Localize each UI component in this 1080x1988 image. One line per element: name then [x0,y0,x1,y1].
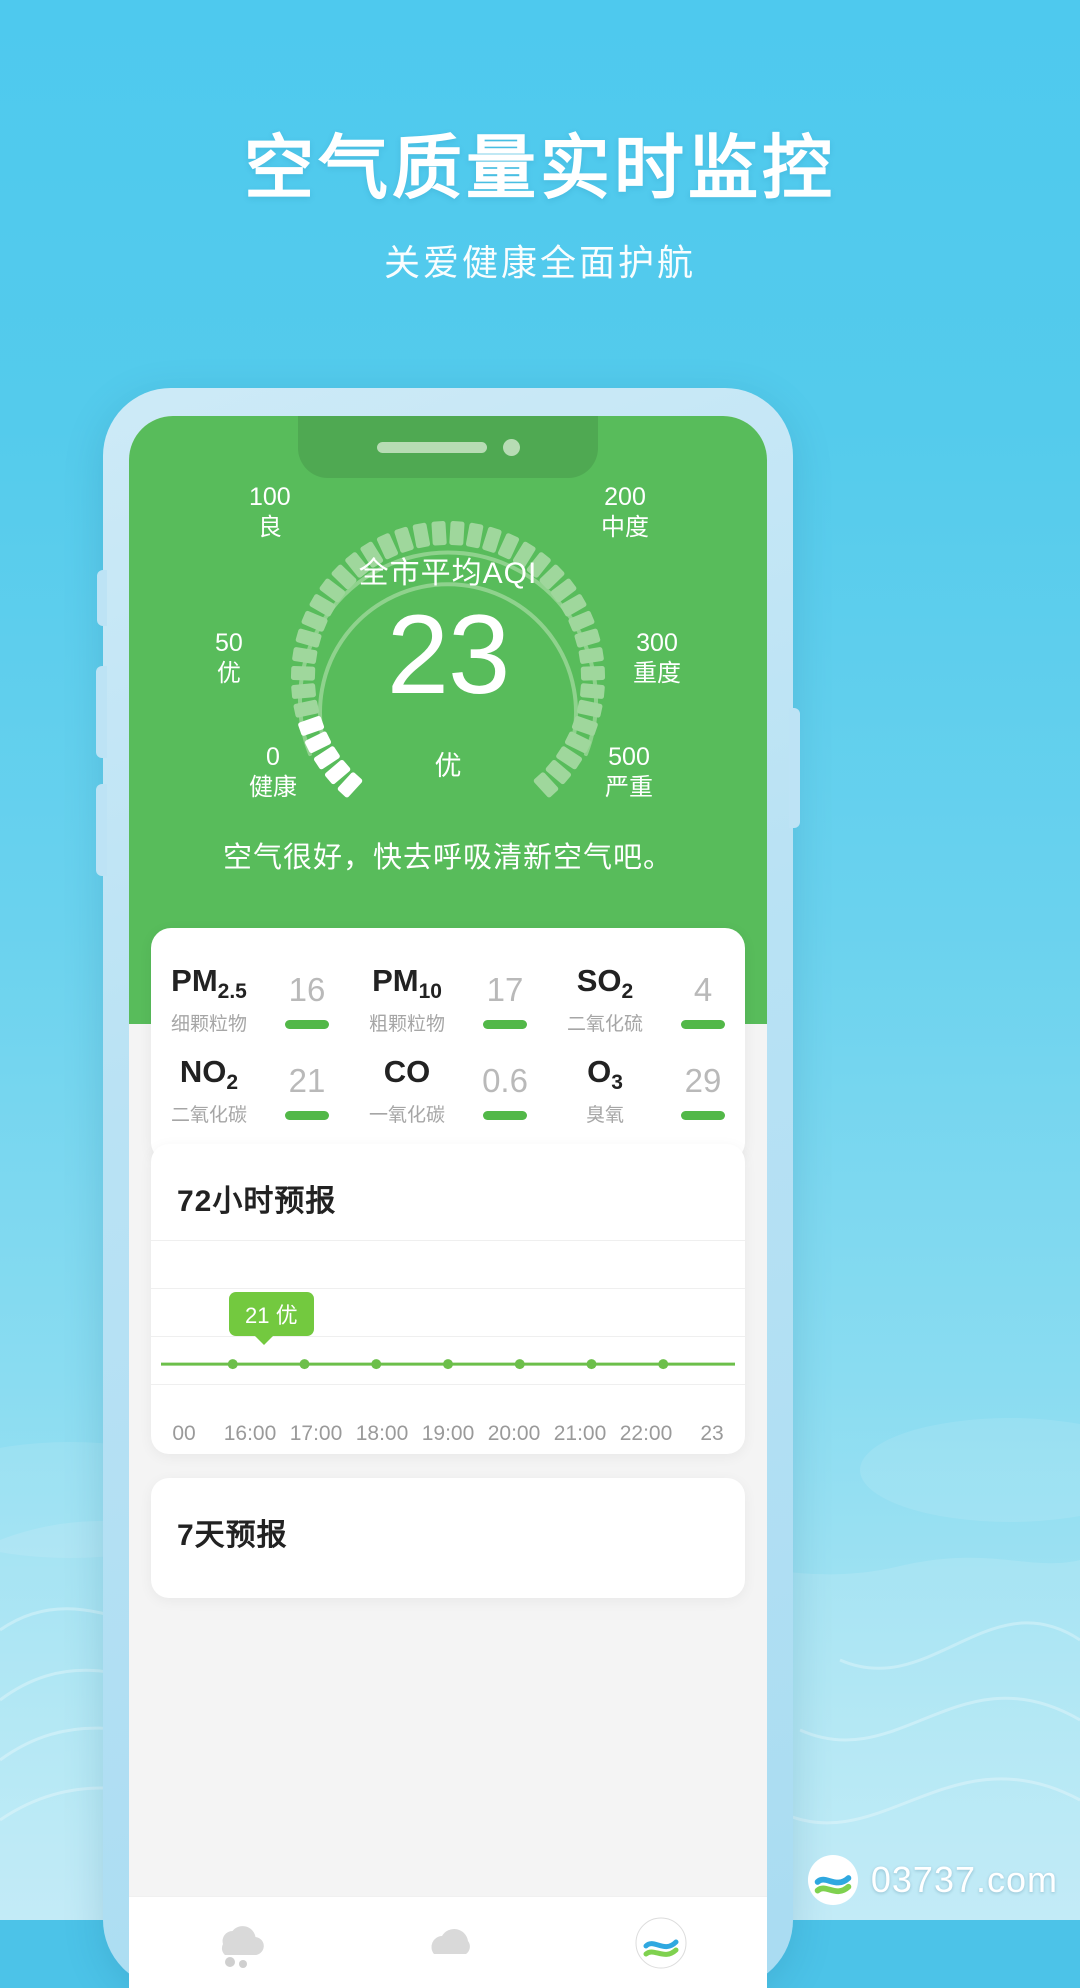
watermark-text: 03737.com [870,1859,1058,1900]
bottom-navigation-bar [129,1896,767,1988]
pollutant-o3[interactable]: O3 臭氧 29 [547,1045,745,1136]
chart-x-tick: 17:00 [289,1422,343,1445]
pollutant-level-bar [681,1019,725,1029]
pollutant-code: SO2 [576,963,634,1004]
mute-switch-button[interactable] [97,570,107,626]
pollutant-value: 4 [693,970,713,1008]
nav-item-cloud[interactable] [388,1914,508,1972]
pollutant-name: 二氧化碳 [170,1105,247,1127]
chart-x-tick: 23 [700,1422,724,1445]
pollutant-name: 臭氧 [585,1105,624,1127]
pollutant-value: 16 [288,970,326,1008]
gauge-label-200-value: 200 [604,483,646,511]
gauge-tick [431,521,447,546]
page-subtitle: 关爱健康全面护航 [383,241,696,283]
pollutant-row: PM2.5 细颗粒物 16 PM10 粗颗粒物 17 SO2 二氧化硫 4 [151,954,745,1045]
forecast-7d-card[interactable]: 7天预报 [151,1478,745,1598]
gauge-label-100-value: 100 [249,483,291,511]
pollutant-level-bar [483,1019,527,1029]
front-camera-icon [502,438,520,456]
aqi-advice-text: 空气很好，快去呼吸清新空气吧。 [222,842,673,874]
gauge-tick [465,522,484,549]
chart-x-tick: 21:00 [553,1422,607,1445]
chart-tooltip: 21 优 [229,1292,314,1345]
pollutant-value: 0.6 [482,1061,528,1099]
chart-data-point[interactable] [227,1359,238,1370]
phone-mockup: 100 良 200 中度 50 优 300 重度 0 健康 500 严重 全市平… [96,388,800,1988]
phone-screen: 100 良 200 中度 50 优 300 重度 0 健康 500 严重 全市平… [129,416,767,1988]
nav-item-rain[interactable] [175,1914,295,1972]
promo-header: 空气质量实时监控 关爱健康全面护航 [0,0,1080,286]
pollutant-row: NO2 二氧化碳 21 CO 一氧化碳 0.6 O3 臭氧 29 [151,1045,745,1136]
cloud-icon [431,1928,470,1954]
chart-x-tick: 00 [172,1422,196,1445]
nav-item-logo[interactable] [601,1916,721,1970]
pollutant-so2[interactable]: SO2 二氧化硫 4 [547,954,745,1045]
aqi-caption: 全市平均AQI [358,557,538,590]
aqi-gauge: 100 良 200 中度 50 优 300 重度 0 健康 500 严重 全市平… [129,468,767,801]
power-button[interactable] [789,708,800,828]
chart-data-point[interactable] [586,1359,597,1370]
pollutant-code: PM2.5 [171,963,247,1004]
volume-down-button[interactable] [96,784,107,876]
pollutant-code: CO [383,1054,431,1090]
gauge-label-100-tag: 良 [257,513,282,541]
chart-x-tick: 18:00 [355,1422,409,1445]
pollutant-name: 一氧化碳 [368,1105,445,1127]
pollutant-value: 21 [288,1061,326,1099]
aqi-value: 23 [386,592,511,717]
chart-x-tick: 22:00 [619,1422,673,1445]
pollutant-no2[interactable]: NO2 二氧化碳 21 [151,1045,349,1136]
rain-cloud-icon [222,1925,265,1968]
pollutant-name: 二氧化硫 [566,1014,643,1036]
pollutant-card: PM2.5 细颗粒物 16 PM10 粗颗粒物 17 SO2 二氧化硫 4 NO… [151,928,745,1163]
chart-x-axis: 00 16:00 17:00 18:00 19:00 20:00 21:00 22:00 23 [151,1422,745,1446]
pollutant-value: 17 [486,970,524,1008]
gauge-tick [412,522,431,549]
pollutant-code: PM10 [372,963,442,1004]
gauge-label-100: 100 良 [249,482,291,542]
pollutant-level-bar [681,1110,725,1120]
wave-logo-icon [635,1917,687,1968]
gauge-tick [449,521,465,546]
pollutant-co[interactable]: CO 一氧化碳 0.6 [349,1045,547,1136]
pollutant-code: NO2 [179,1054,239,1095]
forecast-72h-chart[interactable]: 21 优 00 16:00 17:00 18:00 19:00 20:00 21:00 22:… [151,1240,745,1454]
pollutant-value: 29 [684,1061,722,1099]
forecast-72h-card[interactable]: 72小时预报 21 优 00 16:00 17:00 18:00 19:00 20:00 2… [151,1144,745,1454]
pollutant-pm10[interactable]: PM10 粗颗粒物 17 [349,954,547,1045]
speaker-slot-icon [376,441,487,453]
gauge-label-200: 200 中度 [601,482,649,542]
aqi-readout: 全市平均AQI 23 [129,548,767,712]
forecast-7d-title: 7天预报 [177,1519,288,1552]
wave-logo-icon [807,1854,858,1906]
chart-data-point[interactable] [658,1359,669,1370]
chart-data-point[interactable] [371,1359,382,1370]
pollutant-level-bar [285,1019,329,1029]
pollutant-level-bar [285,1110,329,1120]
pollutant-name: 粗颗粒物 [368,1014,445,1036]
pollutant-code: O3 [587,1054,623,1095]
chart-data-point[interactable] [443,1359,453,1370]
pollutant-pm25[interactable]: PM2.5 细颗粒物 16 [151,954,349,1045]
chart-data-point[interactable] [514,1359,525,1370]
gauge-label-200-tag: 中度 [601,513,649,541]
pollutant-name: 细颗粒物 [170,1014,247,1036]
aqi-level: 优 [434,751,462,781]
chart-x-tick: 16:00 [223,1422,277,1445]
forecast-72h-title: 72小时预报 [177,1185,337,1218]
page-title: 空气质量实时监控 [244,129,836,207]
volume-up-button[interactable] [96,666,107,758]
chart-data-point[interactable] [299,1359,310,1370]
chart-x-tick: 19:00 [421,1422,475,1445]
chart-x-tick: 20:00 [487,1422,541,1445]
pollutant-level-bar [483,1110,527,1120]
watermark: 03737.com [807,1854,1058,1906]
